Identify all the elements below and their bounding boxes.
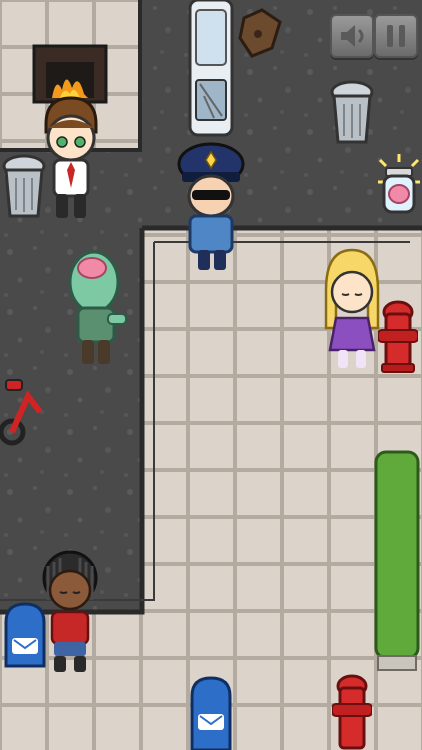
zombie-enemy[interactable]: [64, 242, 130, 368]
mailbox[interactable]: [188, 674, 234, 750]
speaker-muted-icon: [341, 25, 364, 47]
businessman-character[interactable]: [38, 92, 104, 222]
fire-hydrant[interactable]: [332, 674, 372, 750]
mailbox[interactable]: [2, 600, 48, 672]
trash-can[interactable]: [330, 78, 374, 148]
hedge: [374, 450, 420, 671]
blonde-girl-character[interactable]: [322, 246, 382, 372]
pause-icon: [387, 25, 405, 47]
police-officer-player[interactable]: [176, 138, 246, 276]
brain-jar-item[interactable]: [376, 152, 422, 222]
game-stage[interactable]: [0, 0, 422, 750]
pause-button[interactable]: [374, 14, 418, 58]
tricycle[interactable]: [0, 374, 48, 452]
fire-hydrant[interactable]: [378, 300, 418, 376]
sound-button[interactable]: [330, 14, 374, 58]
parked-van: [188, 0, 234, 137]
